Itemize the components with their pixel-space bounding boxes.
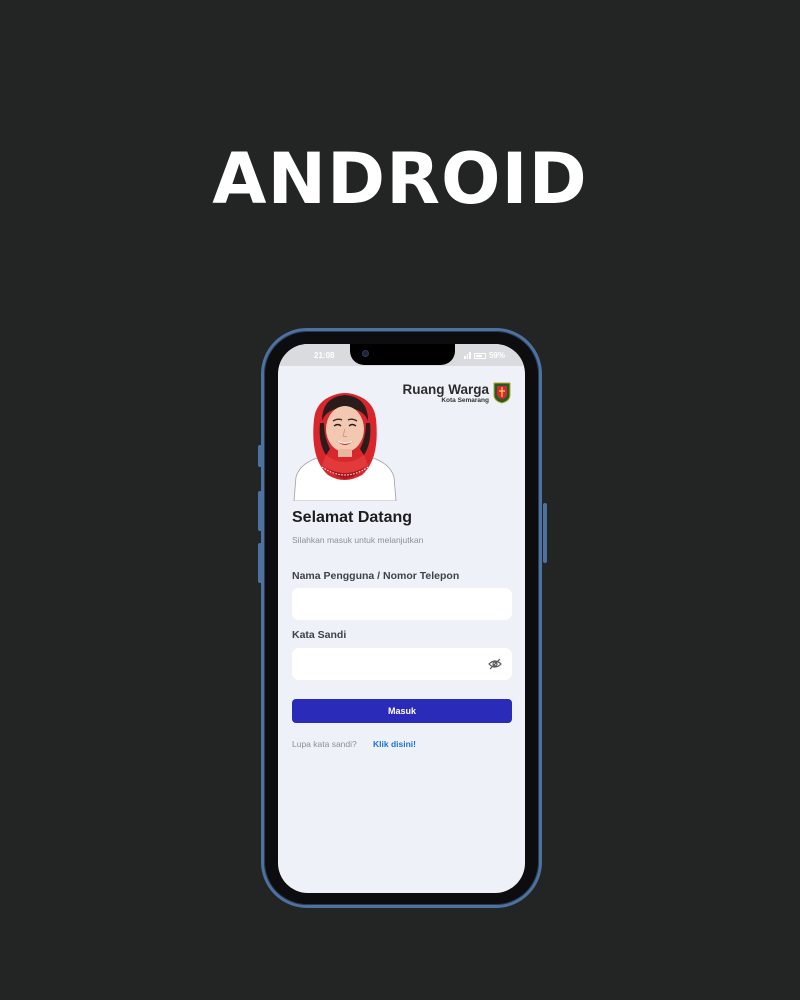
username-input[interactable] — [292, 588, 512, 620]
status-indicators: 59% — [464, 351, 505, 360]
login-button[interactable]: Masuk — [292, 699, 512, 723]
forgot-password-text: Lupa kata sandi? — [292, 739, 357, 749]
page-headline: ANDROID — [212, 138, 588, 220]
welcome-subtitle: Silahkan masuk untuk melanjutkan — [292, 535, 424, 545]
username-label: Nama Pengguna / Nomor Telepon — [292, 570, 460, 582]
battery-percent: 59% — [488, 351, 505, 360]
power-button — [543, 503, 547, 563]
password-input[interactable] — [292, 648, 512, 680]
camera-icon — [362, 350, 369, 357]
volume-up-button — [258, 445, 262, 467]
brand-title: Ruang Warga — [402, 382, 489, 397]
silent-switch — [258, 543, 262, 583]
volume-down-button — [258, 491, 262, 531]
status-time: 21:08 — [314, 351, 335, 360]
city-emblem-icon — [493, 382, 511, 404]
battery-icon — [473, 352, 486, 359]
signal-icon — [464, 352, 471, 359]
welcome-title: Selamat Datang — [292, 509, 413, 526]
phone-screen: 21:08 59% Ruang Warga Kota Semarang Sela… — [278, 344, 525, 893]
brand-subtitle: Kota Semarang — [441, 397, 489, 404]
forgot-password-link[interactable]: Klik disini! — [373, 739, 416, 749]
brand-header: Ruang Warga Kota Semarang — [402, 382, 511, 404]
eye-slash-icon[interactable] — [488, 658, 502, 670]
password-label: Kata Sandi — [292, 629, 347, 641]
phone-mockup: 21:08 59% Ruang Warga Kota Semarang Sela… — [258, 328, 547, 908]
official-portrait-illustration — [293, 393, 397, 501]
